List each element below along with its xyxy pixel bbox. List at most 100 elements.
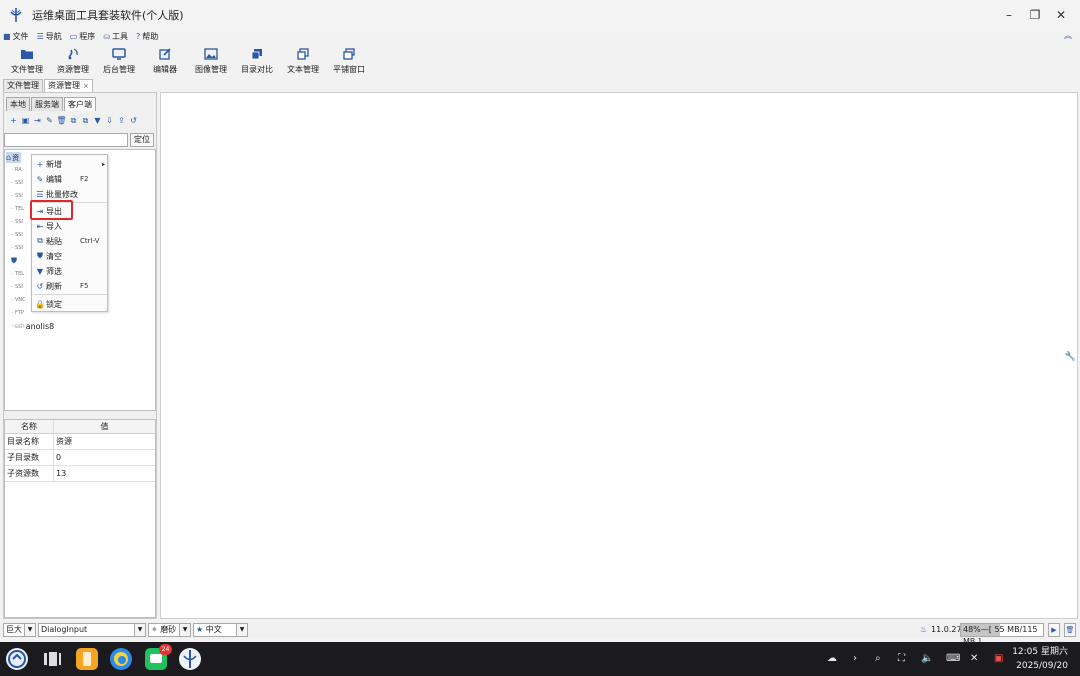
trash-button[interactable]: 🗑 <box>1064 623 1076 637</box>
tree-node[interactable]: ┈ SSI <box>11 190 23 202</box>
tab-client[interactable]: 客户端 <box>64 97 96 111</box>
paste-icon[interactable]: ⧉ <box>80 115 91 126</box>
tree-node[interactable]: ┈ VNC <box>11 294 26 306</box>
add-icon[interactable]: + <box>8 115 19 126</box>
tree-node[interactable]: ┈ FTP <box>11 307 24 319</box>
submenu-arrow-icon: ▸ <box>101 160 105 168</box>
start-menu-icon[interactable] <box>6 648 28 670</box>
panel-splitter[interactable] <box>4 413 156 417</box>
menu-item-edit[interactable]: ✎ 编辑 F2 <box>34 172 107 186</box>
tree-node[interactable]: ⛊ <box>11 255 18 267</box>
tree-node[interactable]: ┈ SSI <box>11 216 23 228</box>
tree-node[interactable]: ┈ RA <box>11 164 22 176</box>
filter-icon[interactable]: ▼ <box>92 115 103 126</box>
menu-program[interactable]: ▭ 程序 <box>70 31 96 42</box>
menu-file[interactable]: ■ 文件 <box>3 31 29 42</box>
tree-node[interactable]: ┈ TEL <box>11 203 24 215</box>
wrench-icon[interactable]: 🔧 <box>1065 352 1076 362</box>
close-button[interactable]: ✕ <box>1048 8 1074 22</box>
restore-button[interactable]: ❐ <box>1022 8 1048 22</box>
accessibility-icon[interactable]: ⛶ <box>898 653 905 664</box>
system-clock[interactable]: 12:05 星期六 2025/09/20 <box>1008 645 1068 673</box>
tab-label: 本地 <box>10 100 26 109</box>
minimize-button[interactable]: – <box>996 8 1022 22</box>
tree-node[interactable]: ┈ SSI <box>11 177 23 189</box>
menu-item-clear[interactable]: ⛊ 清空 <box>34 249 107 263</box>
copy-icon[interactable]: ⧉ <box>68 115 79 126</box>
edit-icon[interactable]: ✎ <box>44 115 55 126</box>
font-family-select[interactable]: DialogInput ▼ <box>38 623 146 637</box>
language-value: 中文 <box>205 625 222 634</box>
toolbar-label: 文本管理 <box>287 64 319 74</box>
locate-button[interactable]: 定位 <box>130 133 154 147</box>
menu-item-lock[interactable]: 🔒 锁定 <box>34 297 107 311</box>
keyboard-icon[interactable]: ⌨ <box>946 653 960 664</box>
tree-node[interactable]: ┈ SSI <box>11 242 23 254</box>
new-folder-icon[interactable]: ▣ <box>20 115 31 126</box>
satellite-icon <box>68 47 78 59</box>
menu-item-paste[interactable]: ⧉ 粘贴 Ctrl-V <box>34 234 107 248</box>
browser-app-icon[interactable] <box>110 648 132 670</box>
menu-tools-label: 工具 <box>112 32 128 41</box>
tab-file-manager[interactable]: 文件管理 <box>3 79 43 92</box>
cloud-icon[interactable]: ☁ <box>827 653 837 664</box>
menu-separator <box>34 294 107 295</box>
toolbar-file-manager[interactable]: 文件管理 <box>4 44 50 78</box>
toolbar-resource-manager[interactable]: 资源管理 <box>50 44 96 78</box>
tree-node-label: VNC <box>15 297 26 303</box>
main-workspace[interactable] <box>160 92 1078 619</box>
toolbar-tile-windows[interactable]: 平铺窗口 <box>326 44 372 78</box>
import-icon[interactable]: ⇩ <box>104 115 115 126</box>
toolbar-image-manager[interactable]: 图像管理 <box>188 44 234 78</box>
menu-help[interactable]: ? 帮助 <box>136 31 158 42</box>
menu-tools[interactable]: ⛀ 工具 <box>103 31 128 42</box>
messaging-app-icon[interactable]: 24 <box>145 644 172 670</box>
search-icon[interactable]: ⌕ <box>875 653 881 664</box>
menu-item-filter[interactable]: ▼ 筛选 <box>34 264 107 278</box>
tree-node[interactable]: ┈ SSI <box>11 281 23 293</box>
tree-root[interactable]: ⌂ 资 <box>6 152 22 163</box>
language-select[interactable]: ★ 中文 ▼ <box>193 623 248 637</box>
notification-icon[interactable]: ▣ <box>994 653 1003 664</box>
table-row[interactable]: 目录名称 资源 <box>5 434 155 450</box>
toolbar-backend-manager[interactable]: 后台管理 <box>96 44 142 78</box>
font-size-select[interactable]: 巨大 ▼ <box>3 623 36 637</box>
tree-line-icon: ┈ <box>11 245 15 251</box>
menu-item-import[interactable]: ⇤ 导入 <box>34 219 107 233</box>
volume-icon[interactable]: 🔈 <box>921 653 933 664</box>
menu-item-refresh[interactable]: ↺ 刷新 F5 <box>34 279 107 293</box>
delete-icon[interactable]: 🗑 <box>56 115 67 126</box>
tab-server[interactable]: 服务端 <box>31 97 63 111</box>
double-chevron-up-icon[interactable]: ︽ <box>1064 30 1072 41</box>
close-tab-icon[interactable]: × <box>83 82 89 90</box>
files-app-icon[interactable] <box>76 648 98 670</box>
search-input[interactable] <box>4 133 128 147</box>
menu-item-add[interactable]: + 新增 ▸ <box>34 157 107 171</box>
network-icon[interactable]: ✕ <box>970 653 978 664</box>
table-row[interactable]: 子目录数 0 <box>5 450 155 466</box>
export-icon[interactable]: ⇪ <box>116 115 127 126</box>
window-icon: ▭ <box>69 32 78 41</box>
toolbar-editor[interactable]: 编辑器 <box>142 44 188 78</box>
multitask-view-icon[interactable] <box>41 648 63 670</box>
tab-resource-manager[interactable]: 资源管理 × <box>44 79 93 92</box>
enter-icon[interactable]: ⇥ <box>32 115 43 126</box>
chevron-right-icon[interactable]: › <box>853 653 857 664</box>
chevron-down-icon: ▼ <box>134 624 145 636</box>
tree-node[interactable]: ┈ TEL <box>11 268 24 280</box>
ops-toolkit-app-icon[interactable] <box>179 648 201 670</box>
refresh-icon[interactable]: ↺ <box>128 115 139 126</box>
tab-local[interactable]: 本地 <box>6 97 30 111</box>
toolbar-text-manager[interactable]: 文本管理 <box>280 44 326 78</box>
toolbar-label: 后台管理 <box>103 64 135 74</box>
app-logo-icon <box>10 8 22 22</box>
table-row[interactable]: 子资源数 13 <box>5 466 155 482</box>
gc-button[interactable]: ▶ <box>1048 623 1060 637</box>
tree-node-anolis8[interactable]: ┈ssh anolis8 <box>11 320 54 332</box>
theme-select[interactable]: ✷ 磨砂 ▼ <box>148 623 191 637</box>
toolbar-dir-compare[interactable]: 目录对比 <box>234 44 280 78</box>
menu-item-batch-edit[interactable]: ☰ 批量修改 <box>34 187 107 201</box>
tree-node[interactable]: ┈ SSI <box>11 229 23 241</box>
menu-item-label: 清空 <box>46 251 62 261</box>
menu-navigate[interactable]: ☰ 导航 <box>37 31 62 42</box>
